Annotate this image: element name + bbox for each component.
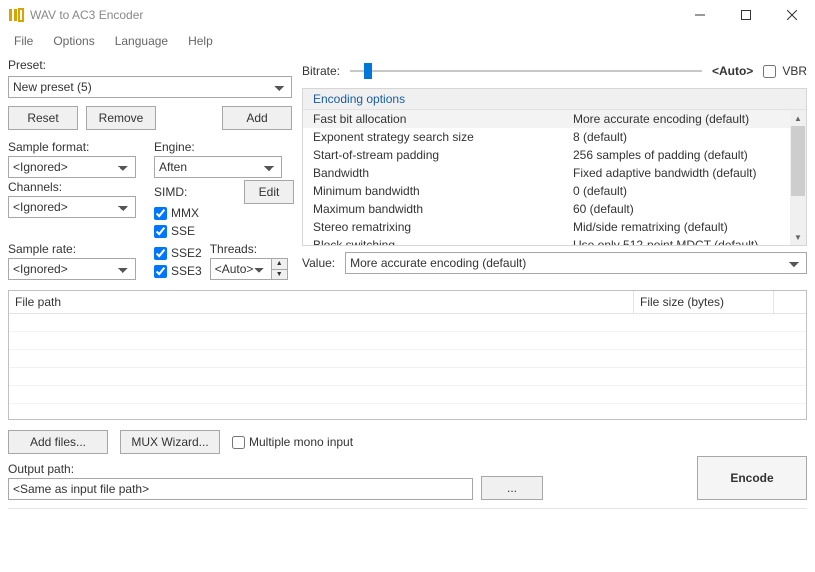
add-button[interactable]: Add [222,106,292,130]
menu-help[interactable]: Help [180,32,221,50]
mux-wizard-button[interactable]: MUX Wizard... [120,430,220,454]
add-files-button[interactable]: Add files... [8,430,108,454]
channels-select[interactable]: <Ignored> [8,196,136,218]
enc-row: Maximum bandwidth60 (default) [303,200,790,218]
sse3-checkbox[interactable]: SSE3 [154,262,202,280]
file-size-header[interactable]: File size (bytes) [634,291,774,313]
engine-label: Engine: [154,140,294,154]
bitrate-label: Bitrate: [302,64,340,78]
maximize-button[interactable] [723,0,769,30]
channels-label: Channels: [8,180,148,194]
enc-row: Start-of-stream padding256 samples of pa… [303,146,790,164]
enc-scrollbar[interactable]: ▲ ▼ [790,110,806,245]
menu-options[interactable]: Options [45,32,102,50]
spin-up-icon[interactable]: ▲ [272,259,287,270]
minimize-button[interactable] [677,0,723,30]
value-label: Value: [302,256,335,270]
window-title: WAV to AC3 Encoder [30,8,143,22]
multiple-mono-checkbox[interactable]: Multiple mono input [232,435,353,449]
threads-label: Threads: [210,242,288,256]
sample-format-label: Sample format: [8,140,148,154]
app-logo-icon [8,7,24,23]
encoding-options-list[interactable]: Fast bit allocationMore accurate encodin… [303,110,790,245]
file-path-header[interactable]: File path [9,291,634,313]
browse-button[interactable]: ... [481,476,543,500]
simd-label: SIMD: [154,185,187,199]
encode-button[interactable]: Encode [697,456,807,500]
menu-language[interactable]: Language [107,32,176,50]
remove-button[interactable]: Remove [86,106,156,130]
enc-row: Exponent strategy search size8 (default) [303,128,790,146]
enc-row: BandwidthFixed adaptive bandwidth (defau… [303,164,790,182]
scroll-down-icon[interactable]: ▼ [790,229,806,245]
encoding-options-header: Encoding options [303,89,806,110]
preset-select[interactable]: New preset (5) [8,76,292,98]
sample-rate-label: Sample rate: [8,242,148,256]
bitrate-slider[interactable] [350,62,702,80]
spin-down-icon[interactable]: ▼ [272,270,287,280]
sse-checkbox[interactable]: SSE [154,222,294,240]
output-path-label: Output path: [8,462,473,476]
sample-rate-select[interactable]: <Ignored> [8,258,136,280]
enc-row: Minimum bandwidth0 (default) [303,182,790,200]
sample-format-select[interactable]: <Ignored> [8,156,136,178]
menu-file[interactable]: File [6,32,41,50]
engine-select[interactable]: Aften [154,156,282,178]
simd-edit-button[interactable]: Edit [244,180,294,204]
reset-button[interactable]: Reset [8,106,78,130]
value-select[interactable]: More accurate encoding (default) [345,252,807,274]
status-bar [8,508,807,530]
threads-spinner[interactable]: <Auto> ▲▼ [210,258,288,280]
sse2-checkbox[interactable]: SSE2 [154,244,202,262]
scroll-up-icon[interactable]: ▲ [790,110,806,126]
enc-row: Stereo rematrixingMid/side rematrixing (… [303,218,790,236]
preset-label: Preset: [8,58,292,72]
bitrate-value: <Auto> [712,64,753,78]
vbr-checkbox[interactable]: VBR [763,64,807,78]
output-path-input[interactable] [8,478,473,500]
enc-row: Block switchingUse only 512-point MDCT (… [303,236,790,245]
file-extra-header[interactable] [774,291,806,313]
enc-row: Fast bit allocationMore accurate encodin… [303,110,790,128]
close-button[interactable] [769,0,815,30]
file-list[interactable]: File path File size (bytes) [8,290,807,420]
mmx-checkbox[interactable]: MMX [154,204,294,222]
